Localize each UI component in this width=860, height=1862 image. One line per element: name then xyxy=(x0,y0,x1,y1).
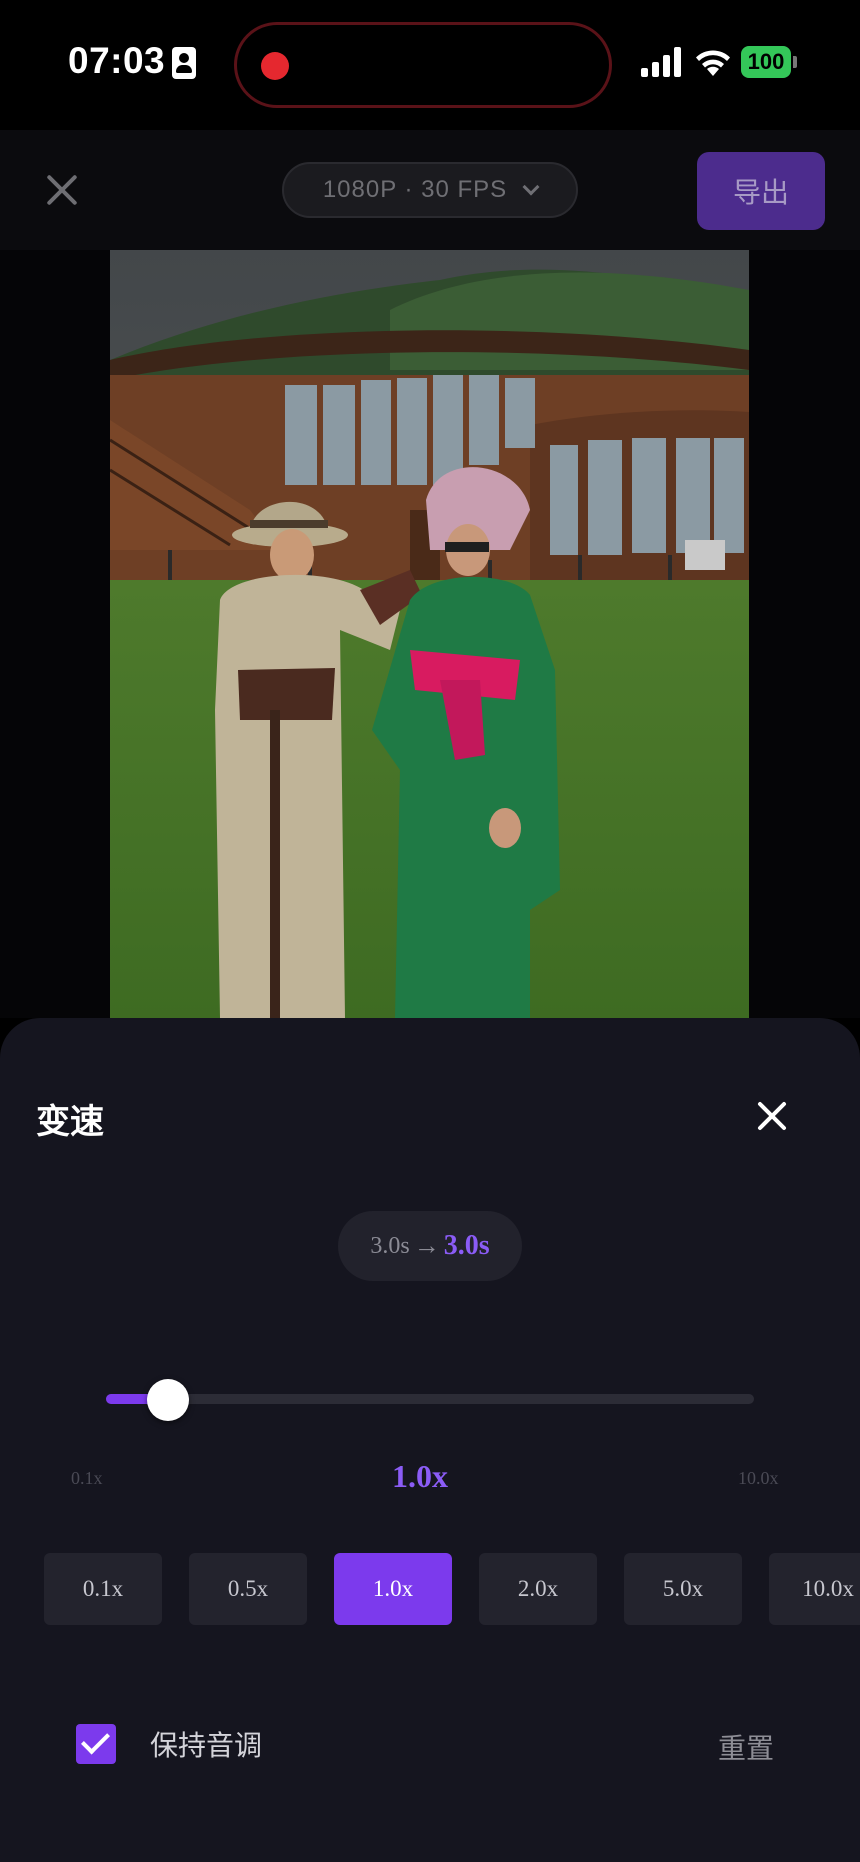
resolution-label: 1080P · 30 FPS xyxy=(322,176,508,203)
original-duration: 3.0s xyxy=(370,1232,410,1259)
dynamic-island[interactable] xyxy=(234,22,612,108)
keep-pitch-option[interactable]: 保持音调 xyxy=(76,1724,262,1764)
slider-min-label: 0.1x xyxy=(71,1468,103,1488)
status-bar: 07:03 100 xyxy=(0,0,860,130)
status-time: 07:03 xyxy=(68,40,166,81)
speed-slider-thumb[interactable] xyxy=(146,1379,189,1421)
preset-button[interactable]: 5.0x xyxy=(624,1553,742,1625)
speed-presets: 0.1x 0.5x 1.0x 2.0x 5.0x 10.0x xyxy=(44,1553,860,1625)
slider-current-value: 1.0x xyxy=(392,1458,448,1494)
arrow-right-icon: → xyxy=(413,1231,440,1260)
resolution-selector[interactable]: 1080P · 30 FPS xyxy=(282,162,578,218)
duration-indicator: 3.0s → 3.0s xyxy=(338,1211,522,1281)
contact-card-icon xyxy=(172,47,196,79)
panel-title: 变速 xyxy=(36,1103,104,1141)
slider-max-label: 10.0x xyxy=(738,1468,779,1488)
preset-button[interactable]: 2.0x xyxy=(479,1553,597,1625)
close-panel-icon[interactable] xyxy=(756,1100,788,1132)
preset-button[interactable]: 0.5x xyxy=(189,1553,307,1625)
recording-dot-icon xyxy=(261,52,289,80)
new-duration: 3.0s xyxy=(443,1230,490,1261)
keep-pitch-checkbox[interactable] xyxy=(76,1724,116,1764)
preset-button[interactable]: 0.1x xyxy=(44,1553,162,1625)
battery-tip xyxy=(793,56,797,68)
video-preview[interactable] xyxy=(0,250,860,1018)
close-editor-icon[interactable] xyxy=(44,172,80,208)
speed-slider-track[interactable] xyxy=(106,1394,754,1404)
keep-pitch-label: 保持音调 xyxy=(150,1730,263,1761)
editor-toolbar: 1080P · 30 FPS 导出 xyxy=(0,130,860,250)
battery-icon: 100 xyxy=(741,46,791,78)
reset-button[interactable]: 重置 xyxy=(718,1727,774,1767)
preset-button[interactable]: 1.0x xyxy=(334,1553,452,1625)
video-frame-image xyxy=(110,250,749,1018)
preset-button[interactable]: 10.0x xyxy=(769,1553,860,1625)
speed-panel: 变速 3.0s → 3.0s 0.1x 1.0x 10.0x 0.1x 0.5x… xyxy=(0,1018,860,1862)
cellular-signal-icon xyxy=(641,47,683,77)
wifi-icon xyxy=(696,50,730,76)
export-button[interactable]: 导出 xyxy=(697,152,825,230)
chevron-down-icon xyxy=(522,178,540,196)
